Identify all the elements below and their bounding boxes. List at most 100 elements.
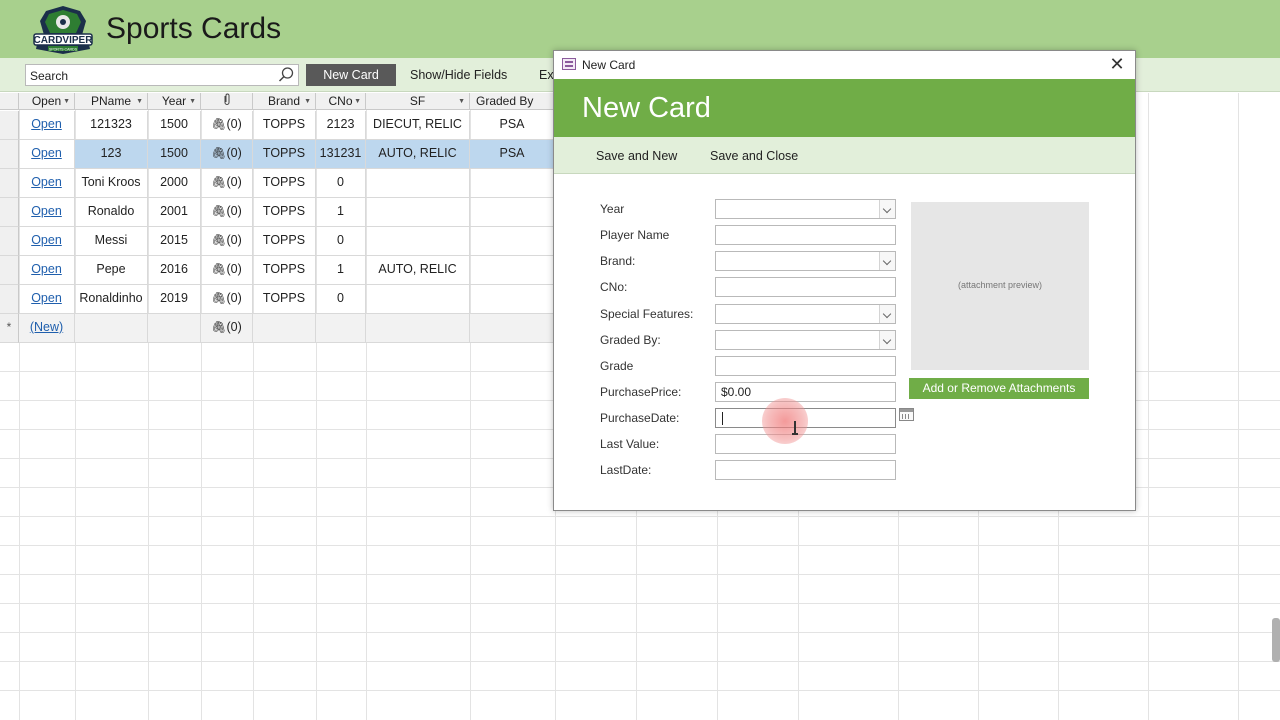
sf-cell[interactable] [366,314,470,343]
row-selector[interactable] [0,169,19,198]
vertical-scrollbar-thumb[interactable] [1272,618,1280,662]
cno-cell[interactable]: 0 [316,169,366,198]
brand-cell[interactable] [253,314,316,343]
graded-by-cell[interactable] [470,227,555,256]
table-row[interactable]: Open Messi 2015 🖇(0) TOPPS 0 [0,227,555,256]
sort-arrow-icon[interactable]: ▼ [354,93,361,110]
new-record-row[interactable]: * (New) 🖇(0) [0,314,555,343]
attachment-cell[interactable]: 🖇(0) [201,169,253,198]
column-header-sf[interactable]: SF ▼ [366,93,470,110]
table-row[interactable]: Open Ronaldinho 2019 🖇(0) TOPPS 0 [0,285,555,314]
graded-by-cell[interactable] [470,169,555,198]
sf-cell[interactable]: AUTO, RELIC [366,256,470,285]
export-button[interactable]: Ex [539,68,554,82]
row-selector[interactable] [0,111,19,140]
year-cell[interactable]: 2016 [148,256,201,285]
pname-cell[interactable]: Pepe [75,256,148,285]
purchase-price-field[interactable]: $0.00 [715,382,896,402]
sort-arrow-icon[interactable]: ▼ [189,93,196,110]
sort-arrow-icon[interactable]: ▼ [304,93,311,110]
graded-by-cell[interactable]: PSA [470,140,555,169]
table-row-selected[interactable]: Open 123 1500 🖇(0) TOPPS 131231 AUTO, RE… [0,140,555,169]
sf-cell[interactable]: AUTO, RELIC [366,140,470,169]
sf-cell[interactable] [366,169,470,198]
table-row[interactable]: Open Ronaldo 2001 🖇(0) TOPPS 1 [0,198,555,227]
column-header-pname[interactable]: PName ▼ [75,93,148,110]
close-icon[interactable]: ✕ [1107,54,1127,74]
graded-by-cell[interactable] [470,256,555,285]
cno-cell[interactable]: 1 [316,256,366,285]
player-name-field[interactable] [715,225,896,245]
brand-cell[interactable]: TOPPS [253,111,316,140]
graded-by-cell[interactable]: PSA [470,111,555,140]
cno-cell[interactable]: 0 [316,227,366,256]
sort-arrow-icon[interactable]: ▼ [63,93,70,110]
sf-cell[interactable] [366,198,470,227]
column-header-brand[interactable]: Brand ▼ [253,93,316,110]
row-selector[interactable] [0,285,19,314]
pname-cell[interactable]: 123 [75,140,148,169]
cno-cell[interactable]: 2123 [316,111,366,140]
row-selector[interactable] [0,227,19,256]
row-selector[interactable] [0,140,19,169]
graded-by-cell[interactable] [470,314,555,343]
column-header-open[interactable]: Open ▼ [19,93,75,110]
search-box[interactable]: Search [25,64,299,86]
chevron-down-icon[interactable] [879,331,895,349]
new-record-link[interactable]: (New) [19,314,75,343]
show-hide-fields-button[interactable]: Show/Hide Fields [410,68,507,82]
chevron-down-icon[interactable] [879,200,895,218]
attachment-cell[interactable]: 🖇(0) [201,111,253,140]
add-remove-attachments-button[interactable]: Add or Remove Attachments [909,378,1089,399]
brand-cell[interactable]: TOPPS [253,140,316,169]
attachment-cell[interactable]: 🖇(0) [201,140,253,169]
save-and-new-button[interactable]: Save and New [596,149,677,163]
pname-cell[interactable] [75,314,148,343]
cno-cell[interactable]: 131231 [316,140,366,169]
special-features-combobox[interactable] [715,304,896,324]
attachment-cell[interactable]: 🖇(0) [201,227,253,256]
chevron-down-icon[interactable] [879,305,895,323]
pname-cell[interactable]: 121323 [75,111,148,140]
year-cell[interactable] [148,314,201,343]
cno-cell[interactable] [316,314,366,343]
year-cell[interactable]: 1500 [148,140,201,169]
attachment-preview[interactable]: (attachment preview) [911,202,1089,370]
year-cell[interactable]: 2001 [148,198,201,227]
column-header-cno[interactable]: CNo ▼ [316,93,366,110]
row-selector[interactable] [0,256,19,285]
new-record-marker[interactable]: * [0,314,19,343]
column-header-attachments[interactable] [201,93,253,110]
attachment-cell[interactable]: 🖇(0) [201,198,253,227]
attachment-cell[interactable]: 🖇(0) [201,285,253,314]
sf-cell[interactable] [366,285,470,314]
open-link[interactable]: Open [19,198,75,227]
column-header-graded-by[interactable]: Graded By [470,93,555,110]
brand-cell[interactable]: TOPPS [253,256,316,285]
grade-field[interactable] [715,356,896,376]
open-link[interactable]: Open [19,111,75,140]
dialog-titlebar[interactable]: New Card ✕ [554,51,1135,79]
search-input[interactable]: Search [30,69,68,83]
attachment-cell[interactable]: 🖇(0) [201,314,253,343]
open-link[interactable]: Open [19,256,75,285]
graded-by-cell[interactable] [470,198,555,227]
open-link[interactable]: Open [19,140,75,169]
cno-field[interactable] [715,277,896,297]
brand-cell[interactable]: TOPPS [253,285,316,314]
pname-cell[interactable]: Toni Kroos [75,169,148,198]
select-all-corner[interactable] [0,93,19,110]
row-selector[interactable] [0,198,19,227]
cno-cell[interactable]: 0 [316,285,366,314]
calendar-icon[interactable] [899,408,914,421]
chevron-down-icon[interactable] [879,252,895,270]
sort-arrow-icon[interactable]: ▼ [458,93,465,110]
year-cell[interactable]: 1500 [148,111,201,140]
year-cell[interactable]: 2000 [148,169,201,198]
pname-cell[interactable]: Ronaldo [75,198,148,227]
column-header-year[interactable]: Year ▼ [148,93,201,110]
brand-cell[interactable]: TOPPS [253,169,316,198]
new-card-button[interactable]: New Card [306,64,396,86]
open-link[interactable]: Open [19,285,75,314]
save-and-close-button[interactable]: Save and Close [710,149,798,163]
